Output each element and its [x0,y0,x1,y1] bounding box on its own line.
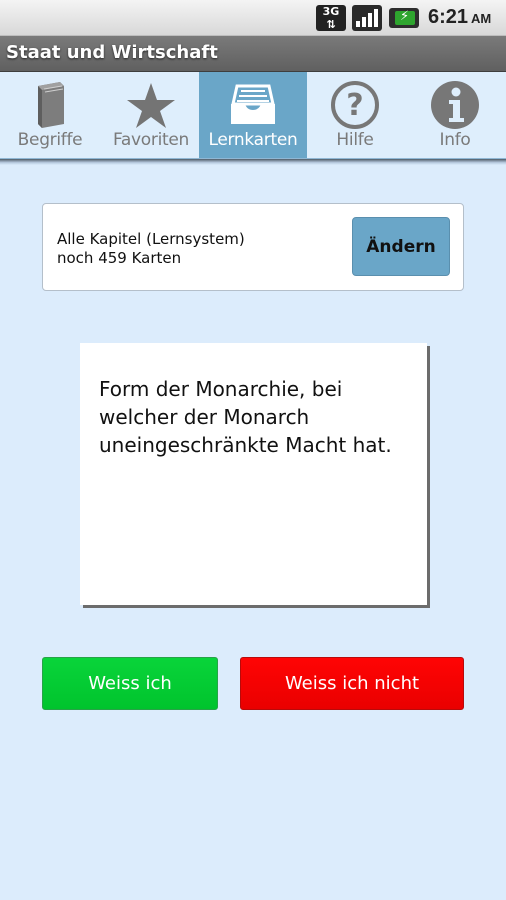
flashcard[interactable]: Form der Monarchie, bei welcher der Mona… [80,343,427,605]
tab-label: Lernkarten [208,130,298,150]
battery-charging-icon: ⚡ [389,8,419,28]
tab-begriffe[interactable]: Begriffe [0,72,100,158]
star-icon [127,83,175,128]
tab-lernkarten[interactable]: Lernkarten [199,72,307,158]
clock: 6:21 AM [428,6,491,29]
network-3g-icon: 3G ⇅ [316,5,346,31]
tab-favoriten[interactable]: Favoriten [101,72,201,158]
deck-selector: Alle Kapitel (Lernsystem) noch 459 Karte… [42,203,464,291]
deck-remaining-count: noch 459 Karten [57,249,182,267]
status-bar: 3G ⇅ ⚡ 6:21 AM [0,0,506,36]
change-deck-button[interactable]: Ändern [352,217,450,276]
flashcard-text: Form der Monarchie, bei welcher der Mona… [99,377,392,457]
card-tray-icon [231,84,275,124]
know-button[interactable]: Weiss ich [42,657,218,710]
tab-label: Hilfe [336,130,374,150]
tab-label: Info [439,130,471,150]
dont-know-button[interactable]: Weiss ich nicht [240,657,464,710]
tab-info[interactable]: Info [405,72,505,158]
clock-ampm: AM [471,11,492,26]
data-activity-icon: ⇅ [326,18,336,31]
help-icon: ? [331,81,379,129]
deck-chapter: Alle Kapitel (Lernsystem) [57,230,245,248]
signal-strength-icon [352,5,382,31]
svg-text:?: ? [346,88,363,123]
book-icon [38,82,64,128]
tab-label: Favoriten [112,130,189,150]
app-title: Staat und Wirtschaft [6,42,218,63]
tab-bar-shadow [0,159,506,165]
charging-bolt-icon: ⚡ [400,9,410,24]
clock-time: 6:21 [428,6,469,28]
tab-label: Begriffe [17,130,83,150]
title-bar: Staat und Wirtschaft [0,36,506,72]
tab-bar: Begriffe Favoriten Lernkarten ? Hilfe In… [0,72,506,159]
tab-hilfe[interactable]: ? Hilfe [305,72,405,158]
info-icon [431,81,479,129]
network-type: 3G [322,5,340,18]
